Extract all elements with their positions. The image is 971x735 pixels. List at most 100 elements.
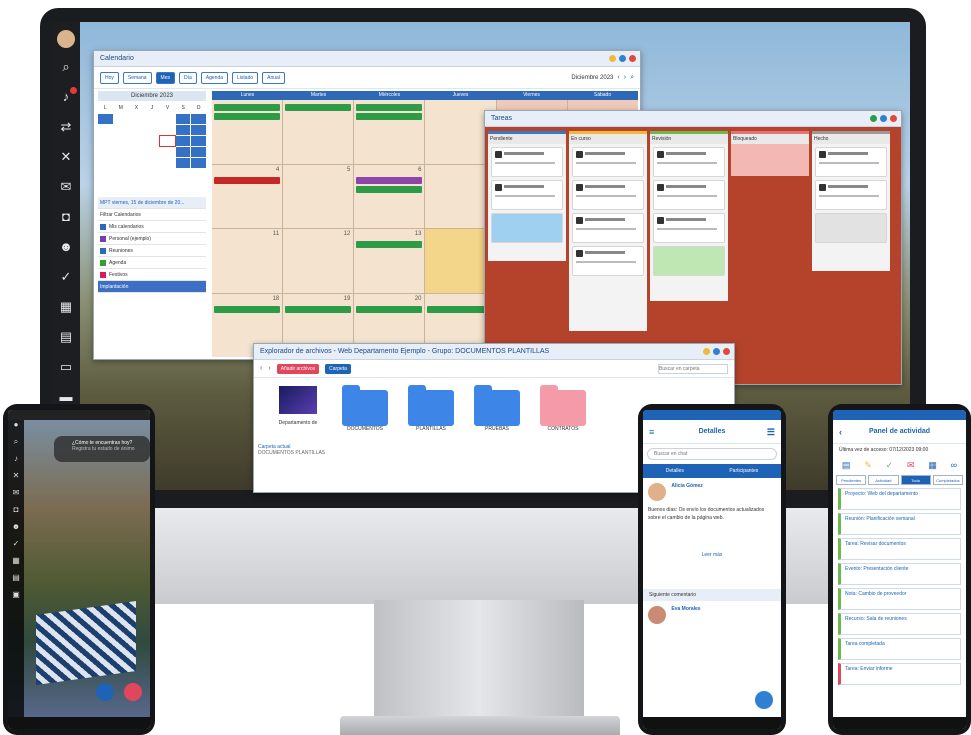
- day-cell[interactable]: 13: [354, 229, 425, 293]
- tab-all[interactable]: Todo: [900, 475, 931, 485]
- day-cell[interactable]: [145, 125, 160, 135]
- minimize-button[interactable]: [609, 55, 616, 62]
- activity-item[interactable]: Proyecto: Web del departamento: [838, 488, 961, 510]
- day-cell[interactable]: [160, 158, 175, 168]
- activity-item[interactable]: Tarea: Enviar informe: [838, 663, 961, 685]
- day-cell[interactable]: [283, 100, 354, 164]
- chat-icon[interactable]: ◘: [52, 202, 80, 232]
- kanban-card[interactable]: [653, 180, 725, 210]
- filter-item[interactable]: Personal (ejemplo): [98, 233, 206, 245]
- day-cell[interactable]: [191, 125, 206, 135]
- event-pill[interactable]: [214, 104, 281, 111]
- search-icon[interactable]: ⌕: [52, 52, 80, 82]
- avatar[interactable]: ●: [8, 420, 24, 437]
- event-pill[interactable]: [356, 241, 423, 248]
- kanban-card[interactable]: [491, 147, 563, 177]
- filter-item[interactable]: Implantación: [98, 281, 206, 293]
- kanban-card[interactable]: [653, 147, 725, 177]
- kanban-card[interactable]: [815, 147, 887, 177]
- document-icon[interactable]: ▤: [52, 322, 80, 352]
- calendar-icon[interactable]: ▦: [8, 556, 24, 573]
- kanban-card[interactable]: [815, 213, 887, 243]
- mail-icon[interactable]: ✉: [52, 172, 80, 202]
- kanban-card[interactable]: [653, 213, 725, 243]
- kanban-card[interactable]: [572, 246, 644, 276]
- tab-participants[interactable]: Participantes: [729, 464, 758, 478]
- month-button[interactable]: Mes: [155, 71, 175, 84]
- today-button[interactable]: Hoy: [100, 71, 119, 84]
- day-cell[interactable]: [175, 147, 191, 157]
- today-cell[interactable]: [159, 135, 176, 147]
- folder-item[interactable]: DOCUMENTOS: [342, 385, 388, 432]
- check-icon[interactable]: ✓: [52, 262, 80, 292]
- day-cell[interactable]: [114, 114, 129, 124]
- kanban-card[interactable]: [572, 180, 644, 210]
- search-input[interactable]: [658, 363, 728, 374]
- event-pill[interactable]: [356, 185, 423, 193]
- back-icon[interactable]: ‹: [260, 365, 262, 372]
- close-button[interactable]: [890, 115, 897, 122]
- week-button[interactable]: Semana: [122, 71, 152, 84]
- mail-icon[interactable]: ✉: [907, 460, 915, 471]
- tools-icon[interactable]: ✕: [52, 142, 80, 172]
- day-cell[interactable]: [145, 114, 160, 124]
- day-cell[interactable]: [129, 147, 144, 157]
- users-icon[interactable]: ☻: [8, 522, 24, 539]
- document-icon[interactable]: ▤: [842, 460, 851, 471]
- note-icon[interactable]: ✎: [864, 460, 872, 471]
- event-pill[interactable]: [285, 305, 352, 313]
- day-cell[interactable]: [129, 136, 144, 146]
- list-icon[interactable]: ☰: [767, 420, 775, 444]
- day-cell[interactable]: [98, 158, 113, 168]
- day-cell[interactable]: [354, 100, 425, 164]
- day-cell[interactable]: [175, 125, 191, 135]
- monitor-icon[interactable]: ▭: [52, 352, 80, 382]
- folder-item[interactable]: PRUEBAS: [474, 385, 520, 432]
- avatar[interactable]: [648, 606, 666, 624]
- agenda-button[interactable]: Agenda: [200, 71, 229, 84]
- year-button[interactable]: Anual: [262, 71, 285, 84]
- next-icon[interactable]: ›: [624, 74, 626, 81]
- day-cell[interactable]: [175, 136, 191, 146]
- kanban-card[interactable]: [491, 180, 563, 210]
- day-cell[interactable]: [160, 147, 175, 157]
- filter-item[interactable]: Festivos: [98, 269, 206, 281]
- activity-item[interactable]: Recurso: Sala de reuniones: [838, 613, 961, 635]
- new-folder-button[interactable]: Carpeta: [325, 363, 351, 374]
- maximize-button[interactable]: [619, 55, 626, 62]
- kanban-card[interactable]: [653, 246, 725, 276]
- event-pill[interactable]: [214, 113, 281, 120]
- chat-fab[interactable]: [96, 683, 114, 701]
- kanban-card[interactable]: [815, 180, 887, 210]
- day-cell[interactable]: [160, 114, 175, 124]
- add-fab[interactable]: [124, 683, 142, 701]
- event-pill[interactable]: [356, 104, 423, 111]
- day-cell[interactable]: 6: [354, 164, 425, 228]
- close-button[interactable]: [723, 348, 730, 355]
- activity-item[interactable]: Tarea: Revisar documentos: [838, 538, 961, 560]
- grid-icon[interactable]: ▣: [8, 590, 24, 607]
- bell-icon[interactable]: ♪: [8, 454, 24, 471]
- close-button[interactable]: [629, 55, 636, 62]
- back-icon[interactable]: ‹: [839, 420, 842, 444]
- calendar-icon[interactable]: ▦: [928, 460, 937, 471]
- day-cell[interactable]: [98, 136, 113, 146]
- day-cell[interactable]: 11: [212, 229, 283, 293]
- activity-item[interactable]: Tarea completada: [838, 638, 961, 660]
- check-icon[interactable]: ✓: [886, 460, 894, 471]
- event-pill[interactable]: [356, 113, 423, 120]
- event-pill[interactable]: [285, 104, 352, 111]
- maximize-button[interactable]: [713, 348, 720, 355]
- kanban-card[interactable]: [572, 213, 644, 243]
- check-icon[interactable]: ✓: [8, 539, 24, 556]
- day-cell[interactable]: 5: [283, 164, 354, 228]
- kanban-card[interactable]: [572, 147, 644, 177]
- tab-completed[interactable]: Completados: [932, 475, 963, 485]
- file-thumbnail[interactable]: [279, 386, 317, 414]
- tab-pending[interactable]: Pendientes: [836, 475, 867, 485]
- chat-icon[interactable]: ◘: [8, 505, 24, 522]
- tab-activity[interactable]: Actividad: [868, 475, 899, 485]
- day-cell[interactable]: [114, 147, 129, 157]
- day-cell[interactable]: [191, 136, 206, 146]
- share-icon[interactable]: ⇄: [52, 112, 80, 142]
